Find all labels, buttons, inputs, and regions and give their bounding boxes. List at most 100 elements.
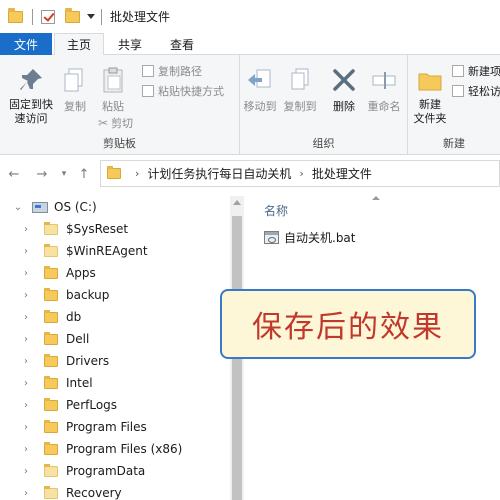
address-chevron-icon[interactable]: › bbox=[299, 167, 303, 180]
nav-folder-item[interactable]: › Program Files (x86) bbox=[0, 438, 230, 460]
nav-folder-label: Recovery bbox=[66, 486, 122, 500]
chevron-right-icon[interactable]: › bbox=[20, 289, 32, 301]
clipboard-group-label: 剪贴板 bbox=[103, 137, 136, 150]
overlay-caption-box: 保存后的效果 bbox=[220, 289, 476, 359]
move-to-button[interactable]: 移动到 bbox=[240, 65, 280, 114]
new-folder-icon bbox=[415, 65, 445, 95]
address-chevron-icon[interactable]: › bbox=[135, 167, 139, 180]
paste-shortcut-label: 粘贴快捷方式 bbox=[158, 85, 224, 98]
file-name: 自动关机.bat bbox=[284, 230, 356, 245]
paste-label: 粘贴 bbox=[102, 100, 124, 113]
chevron-right-icon[interactable]: › bbox=[20, 465, 32, 477]
properties-check-icon[interactable] bbox=[41, 9, 57, 25]
delete-button[interactable]: 删除 bbox=[326, 65, 362, 114]
cut-label: 剪切 bbox=[111, 117, 134, 130]
chevron-right-icon[interactable]: › bbox=[20, 487, 32, 499]
tab-view[interactable]: 查看 bbox=[156, 33, 208, 55]
easy-access-icon bbox=[452, 85, 464, 97]
chevron-right-icon[interactable]: › bbox=[20, 355, 32, 367]
copy-button[interactable]: 复制 bbox=[60, 65, 90, 114]
file-row[interactable]: 自动关机.bat bbox=[264, 228, 356, 246]
nav-folder-label: Drivers bbox=[66, 354, 110, 368]
scroll-up-arrow-icon[interactable] bbox=[233, 200, 241, 205]
address-folder-icon bbox=[107, 166, 121, 179]
nav-folder-item[interactable]: › db bbox=[0, 306, 230, 328]
customize-quick-access-arrow-icon[interactable] bbox=[87, 14, 95, 19]
nav-folder-item[interactable]: › $WinREAgent bbox=[0, 240, 230, 262]
window-title: 批处理文件 bbox=[110, 10, 171, 24]
chevron-right-icon[interactable]: › bbox=[20, 311, 32, 323]
recent-locations-chevron-icon[interactable]: ▾ bbox=[54, 164, 74, 184]
folder-icon bbox=[44, 331, 58, 345]
delete-label: 删除 bbox=[333, 100, 355, 113]
nav-folder-item[interactable]: › Program Files bbox=[0, 416, 230, 438]
nav-folder-item[interactable]: › Apps bbox=[0, 262, 230, 284]
nav-folder-item[interactable]: › PerfLogs bbox=[0, 394, 230, 416]
nav-folder-item[interactable]: › $SysReset bbox=[0, 218, 230, 240]
column-header-name[interactable]: 名称 bbox=[264, 202, 288, 219]
navigation-pane: ⌄ OS (C:) › $SysReset › $WinREAgent › Apps › ba… bbox=[0, 196, 244, 500]
chevron-right-icon[interactable]: › bbox=[20, 245, 32, 257]
copy-to-button[interactable]: 复制到 bbox=[280, 65, 320, 114]
ribbon-tabs: 文件 主页 共享 查看 bbox=[0, 33, 500, 56]
address-segment-current[interactable]: 批处理文件 bbox=[312, 165, 372, 182]
new-folder-label: 新建 文件夹 bbox=[413, 98, 447, 125]
chevron-right-icon[interactable]: › bbox=[20, 443, 32, 455]
chevron-right-icon[interactable]: › bbox=[20, 421, 32, 433]
chevron-right-icon[interactable]: › bbox=[20, 223, 32, 235]
batch-file-icon bbox=[264, 230, 279, 244]
pin-icon bbox=[16, 65, 46, 95]
forward-arrow-icon[interactable]: → bbox=[32, 164, 52, 184]
sort-arrow-icon bbox=[372, 196, 380, 200]
nav-folder-item[interactable]: › ProgramData bbox=[0, 460, 230, 482]
paste-button[interactable]: 粘贴 bbox=[96, 65, 130, 114]
copy-icon bbox=[60, 65, 90, 95]
paste-shortcut-button[interactable]: 粘贴快捷方式 bbox=[142, 83, 224, 99]
chevron-down-icon[interactable]: ⌄ bbox=[12, 201, 24, 213]
folder-icon bbox=[44, 221, 58, 235]
address-segment-parent[interactable]: 计划任务执行每日自动关机 bbox=[147, 165, 291, 182]
new-folder-quick-icon[interactable] bbox=[65, 7, 81, 25]
tab-share[interactable]: 共享 bbox=[104, 33, 156, 55]
nav-folder-item[interactable]: › Dell bbox=[0, 328, 230, 350]
easy-access-button[interactable]: 轻松访 bbox=[452, 83, 500, 99]
move-to-icon bbox=[245, 65, 275, 95]
paste-shortcut-icon bbox=[142, 85, 154, 97]
copy-path-label: 复制路径 bbox=[158, 65, 202, 78]
back-arrow-icon[interactable]: ← bbox=[4, 164, 24, 184]
rename-label: 重命名 bbox=[367, 100, 401, 113]
folder-icon bbox=[44, 375, 58, 389]
chevron-right-icon[interactable]: › bbox=[20, 377, 32, 389]
chevron-right-icon[interactable]: › bbox=[20, 333, 32, 345]
nav-folder-label: $WinREAgent bbox=[66, 244, 148, 258]
chevron-right-icon[interactable]: › bbox=[20, 399, 32, 411]
pin-to-quick-access-button[interactable]: 固定到快 速访问 bbox=[4, 65, 58, 126]
nav-folder-item[interactable]: › Intel bbox=[0, 372, 230, 394]
nav-drive-label: OS (C:) bbox=[54, 200, 97, 214]
nav-folder-item[interactable]: › Recovery bbox=[0, 482, 230, 500]
nav-folder-label: ProgramData bbox=[66, 464, 146, 478]
folder-icon bbox=[44, 353, 58, 367]
chevron-right-icon[interactable]: › bbox=[20, 267, 32, 279]
nav-folder-item[interactable]: › backup bbox=[0, 284, 230, 306]
nav-folder-label: Intel bbox=[66, 376, 93, 390]
tab-home[interactable]: 主页 bbox=[54, 33, 104, 56]
quick-access-separator bbox=[32, 8, 33, 25]
drive-icon bbox=[32, 201, 48, 213]
copy-to-label: 复制到 bbox=[283, 100, 317, 113]
new-item-button[interactable]: 新建项 bbox=[452, 63, 500, 79]
nav-folder-label: db bbox=[66, 310, 82, 324]
copy-path-button[interactable]: 复制路径 bbox=[142, 63, 202, 79]
copy-to-icon bbox=[285, 65, 315, 95]
nav-folder-item[interactable]: › Drivers bbox=[0, 350, 230, 372]
cut-button[interactable]: ✂ 剪切 bbox=[98, 115, 133, 131]
up-arrow-icon[interactable]: ↑ bbox=[74, 164, 94, 184]
ribbon: 固定到快 速访问 复制 粘贴 复制路径 粘贴快捷方式 ✂ 剪切 剪贴板 移动到 … bbox=[0, 55, 500, 155]
tab-file[interactable]: 文件 bbox=[0, 33, 52, 55]
copy-label: 复制 bbox=[64, 100, 86, 113]
nav-folder-label: $SysReset bbox=[66, 222, 129, 236]
nav-drive-os[interactable]: ⌄ OS (C:) bbox=[0, 196, 230, 218]
new-folder-button[interactable]: 新建 文件夹 bbox=[410, 65, 450, 126]
address-bar[interactable]: › 计划任务执行每日自动关机 › 批处理文件 bbox=[100, 160, 500, 187]
rename-button[interactable]: 重命名 bbox=[362, 65, 406, 114]
